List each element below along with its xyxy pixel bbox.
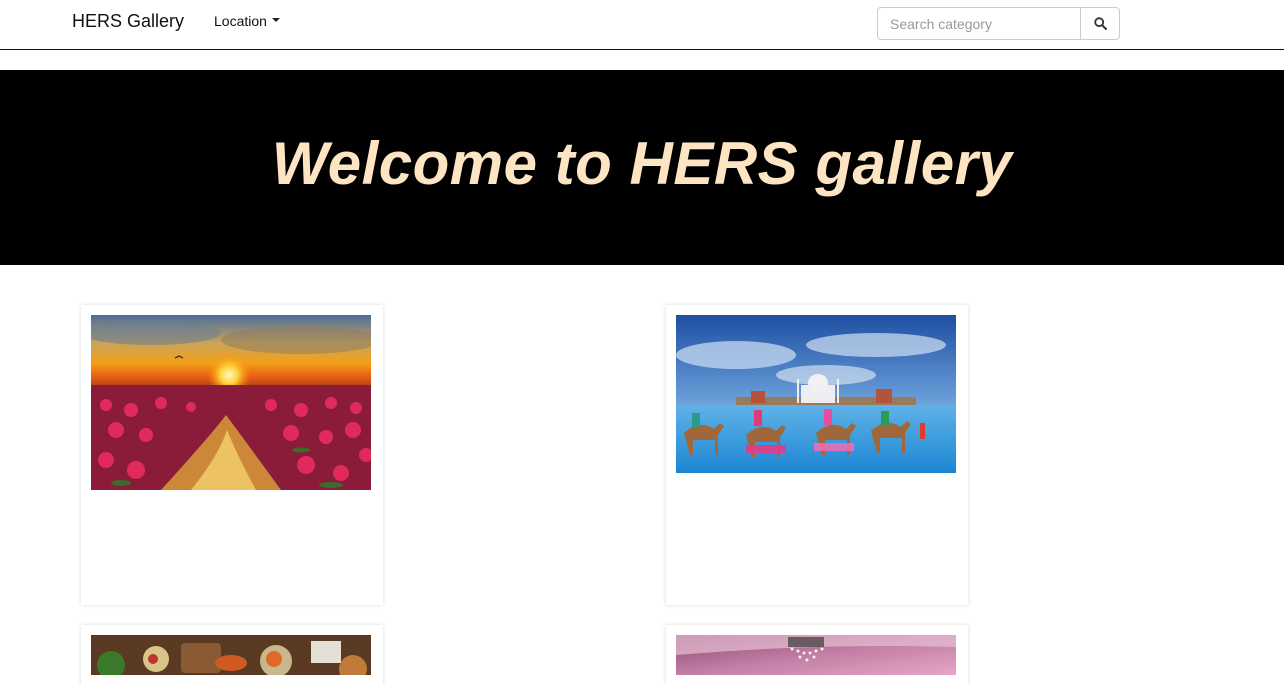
gallery-image-camels-taj[interactable] [676, 315, 956, 473]
brand-link[interactable]: HERS Gallery [72, 11, 184, 32]
gallery-image-sunset-lotus[interactable] [91, 315, 371, 490]
location-dropdown[interactable]: Location [214, 13, 280, 29]
search-icon [1094, 17, 1107, 30]
gallery-card-2[interactable] [666, 305, 968, 605]
gallery-card-4[interactable] [666, 625, 968, 685]
gallery-card-3[interactable] [81, 625, 383, 685]
location-label: Location [214, 13, 267, 29]
gallery-card-1[interactable] [81, 305, 383, 605]
hero-title: Welcome to HERS gallery [271, 130, 1013, 197]
search-button[interactable] [1080, 7, 1120, 40]
gallery-image-food[interactable] [91, 635, 371, 675]
navbar: HERS Gallery Location [0, 0, 1284, 50]
search-input[interactable] [877, 7, 1081, 40]
hero-banner: Welcome to HERS gallery [0, 70, 1284, 265]
caret-down-icon [271, 18, 280, 23]
gallery-image-pink-ceiling[interactable] [676, 635, 956, 675]
